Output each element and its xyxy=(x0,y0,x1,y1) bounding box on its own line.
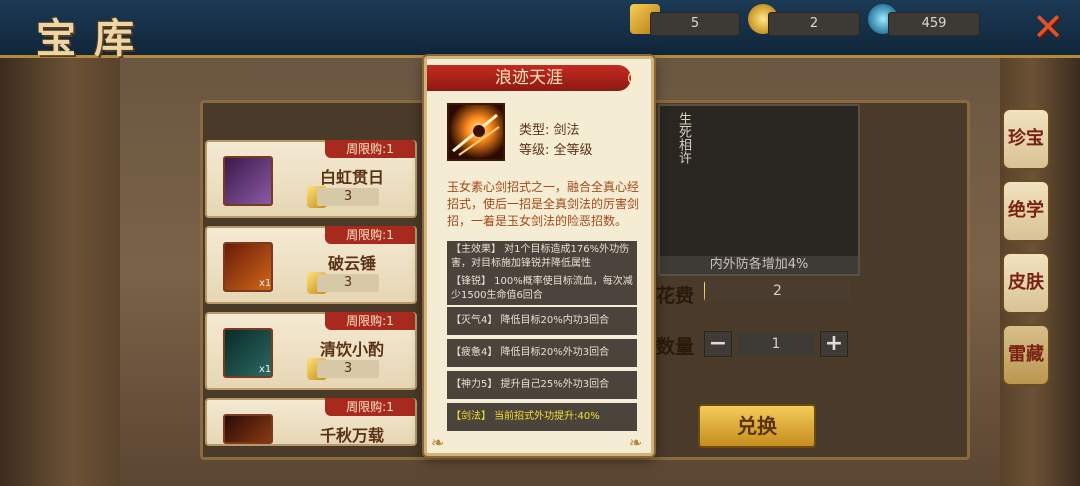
resource-gem-count: 459 xyxy=(888,12,980,36)
close-icon[interactable]: ✕ xyxy=(1030,8,1066,46)
effect-row-highlight: 【剑法】 当前招式外功提升:40% xyxy=(447,403,637,431)
effect-row: 【主效果】 对1个目标造成176%外功伤害，对目标施加锋锐并降低属性 xyxy=(447,241,637,273)
purchase-limit-badge: 周限购:1 xyxy=(325,140,415,158)
item-name: 白虹贯日 xyxy=(319,168,384,187)
cost-value: 2 xyxy=(705,280,850,302)
skill-level: 等级: 全等级 xyxy=(519,143,593,158)
item-count: x1 xyxy=(259,278,272,289)
amount-label: 数量 xyxy=(656,336,695,358)
decrease-button[interactable]: − xyxy=(704,331,732,357)
item-count: x1 xyxy=(259,364,272,375)
resource-coin-count: 2 xyxy=(768,12,860,36)
skill-detail-popup: 浪迹天涯 类型: 剑法 等级: 全等级 玉女素心剑招式之一，融合全真心经招式，使… xyxy=(424,56,654,456)
curtain-left xyxy=(0,58,120,486)
tab-skins[interactable]: 皮肤 xyxy=(1002,252,1050,314)
skill-thumbnail xyxy=(223,156,273,206)
increase-button[interactable]: + xyxy=(820,331,848,357)
effect-row: 【灭气4】 降低目标20%内功3回合 xyxy=(447,307,637,335)
preview-title: 生死相许 xyxy=(676,112,691,164)
skill-thumbnail xyxy=(223,414,273,444)
item-price: 3 xyxy=(317,188,379,206)
shop-item[interactable]: 周限购:1 x1 清饮小酌 3 xyxy=(205,312,417,390)
effect-row: 【疲惫4】 降低目标20%外功3回合 xyxy=(447,339,637,367)
corner-ornament-icon: @ xyxy=(627,67,643,86)
shop-item[interactable]: 周限购:1 千秋万载 xyxy=(205,398,417,446)
top-bar: 宝库 5 2 459 ✕ xyxy=(0,0,1080,62)
purchase-limit-badge: 周限购:1 xyxy=(325,312,415,330)
effect-row: 【神力5】 提升自己25%外功3回合 xyxy=(447,371,637,399)
tab-collection[interactable]: 雷藏 xyxy=(1002,324,1050,386)
purchase-limit-badge: 周限购:1 xyxy=(325,226,415,244)
item-price: 3 xyxy=(317,360,379,378)
page-title: 宝库 xyxy=(36,15,152,62)
skill-icon xyxy=(447,103,505,161)
corner-ornament-icon: ❧ xyxy=(629,433,643,452)
tab-treasure[interactable]: 珍宝 xyxy=(1002,108,1050,170)
resource-ticket-count: 5 xyxy=(650,12,740,36)
tab-skills[interactable]: 绝学 xyxy=(1002,180,1050,242)
skill-art-icon xyxy=(449,105,503,159)
shop-item[interactable]: 周限购:1 白虹贯日 3 xyxy=(205,140,417,218)
cost-label: 花费 xyxy=(656,285,695,307)
skill-preview-panel: 生死相许 内外防各增加4% xyxy=(658,104,860,276)
quantity-field[interactable]: 1 xyxy=(738,333,814,355)
popup-title: 浪迹天涯 xyxy=(427,65,631,91)
purchase-limit-badge: 周限购:1 xyxy=(325,398,415,416)
preview-effect: 内外防各增加4% xyxy=(660,256,858,274)
redeem-button[interactable]: 兑换 xyxy=(698,404,816,448)
item-name: 破云锤 xyxy=(327,254,376,273)
corner-ornament-icon: ❧ xyxy=(431,433,445,452)
item-name: 千秋万载 xyxy=(319,426,384,445)
shop-item[interactable]: 周限购:1 x1 破云锤 3 xyxy=(205,226,417,304)
item-name: 清饮小酌 xyxy=(319,340,384,359)
effect-row: 【锋锐】 100%概率使目标流血，每次减少1500生命值6回合 xyxy=(447,273,637,305)
skill-type: 类型: 剑法 xyxy=(519,123,580,138)
item-price: 3 xyxy=(317,274,379,292)
skill-description: 玉女素心剑招式之一，融合全真心经招式，使后一招是全真剑法的厉害剑招，一着是玉女剑… xyxy=(447,180,640,228)
